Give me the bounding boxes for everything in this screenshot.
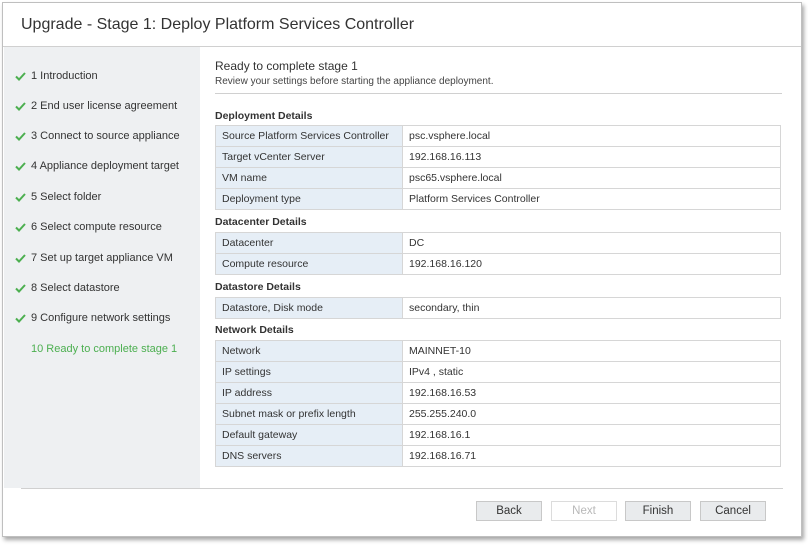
sidebar-step-7[interactable]: 7 Set up target appliance VM (12, 250, 173, 266)
table-row: IP address 192.168.16.53 (215, 382, 781, 404)
table-row: VM name psc65.vsphere.local (215, 167, 781, 189)
row-key: Datacenter (215, 232, 403, 254)
check-icon (12, 98, 28, 114)
table-row: IP settings IPv4 , static (215, 361, 781, 383)
check-icon (12, 68, 28, 84)
table-row: Datacenter DC (215, 232, 781, 254)
check-icon (12, 128, 28, 144)
table-row: Network MAINNET-10 (215, 340, 781, 362)
table-row: Compute resource 192.168.16.120 (215, 253, 781, 275)
row-key: VM name (215, 167, 403, 189)
finish-button[interactable]: Finish (625, 501, 691, 521)
row-value: DC (402, 232, 781, 254)
row-key: Target vCenter Server (215, 146, 403, 168)
row-value: 192.168.16.113 (402, 146, 781, 168)
row-key: IP settings (215, 361, 403, 383)
row-value: 255.255.240.0 (402, 403, 781, 425)
page-title: Ready to complete stage 1 (215, 59, 358, 73)
section-title-network: Network Details (215, 324, 294, 336)
row-value: Platform Services Controller (402, 188, 781, 210)
row-key: Source Platform Services Controller (215, 125, 403, 147)
sidebar-step-label: 2 End user license agreement (31, 100, 178, 112)
table-row: Subnet mask or prefix length 255.255.240… (215, 403, 781, 425)
sidebar-step-8[interactable]: 8 Select datastore (12, 280, 120, 296)
check-icon (12, 310, 28, 326)
row-key: Datastore, Disk mode (215, 297, 403, 319)
sidebar-step-label: 8 Select datastore (31, 282, 120, 294)
steps-sidebar: 1 Introduction 2 End user license agreem… (4, 47, 200, 488)
row-key: Network (215, 340, 403, 362)
sidebar-step-label: 9 Configure network settings (31, 312, 171, 324)
table-row: DNS servers 192.168.16.71 (215, 445, 781, 467)
sidebar-step-4[interactable]: 4 Appliance deployment target (12, 158, 179, 174)
next-button[interactable]: Next (551, 501, 617, 521)
row-key: Compute resource (215, 253, 403, 275)
table-row: Default gateway 192.168.16.1 (215, 424, 781, 446)
row-key: Subnet mask or prefix length (215, 403, 403, 425)
table-row: Source Platform Services Controller psc.… (215, 125, 781, 147)
sidebar-step-label: 1 Introduction (31, 70, 98, 82)
table-row: Target vCenter Server 192.168.16.113 (215, 146, 781, 168)
datastore-details-table: Datastore, Disk mode secondary, thin (215, 297, 781, 319)
sidebar-step-label: 5 Select folder (31, 191, 102, 203)
row-value: psc.vsphere.local (402, 125, 781, 147)
check-icon (12, 219, 28, 235)
table-row: Deployment type Platform Services Contro… (215, 188, 781, 210)
sidebar-step-5[interactable]: 5 Select folder (12, 189, 101, 205)
row-value: 192.168.16.1 (402, 424, 781, 446)
section-title-datacenter: Datacenter Details (215, 216, 307, 228)
sidebar-step-6[interactable]: 6 Select compute resource (12, 219, 162, 235)
row-key: DNS servers (215, 445, 403, 467)
sidebar-step-10-current[interactable]: 10 Ready to complete stage 1 (31, 341, 177, 357)
datacenter-details-table: Datacenter DC Compute resource 192.168.1… (215, 232, 781, 275)
check-icon (12, 250, 28, 266)
upgrade-wizard-window: Upgrade - Stage 1: Deploy Platform Servi… (2, 2, 802, 537)
row-value: 192.168.16.53 (402, 382, 781, 404)
cancel-button[interactable]: Cancel (700, 501, 766, 521)
network-details-table: Network MAINNET-10 IP settings IPv4 , st… (215, 340, 781, 467)
check-icon (12, 158, 28, 174)
back-button[interactable]: Back (476, 501, 542, 521)
row-value: 192.168.16.71 (402, 445, 781, 467)
row-key: Default gateway (215, 424, 403, 446)
sidebar-step-label: 3 Connect to source appliance (31, 130, 180, 142)
sidebar-step-label: 4 Appliance deployment target (31, 160, 179, 172)
check-icon (12, 189, 28, 205)
page-subtitle: Review your settings before starting the… (215, 76, 494, 87)
table-row: Datastore, Disk mode secondary, thin (215, 297, 781, 319)
section-title-deployment: Deployment Details (215, 110, 313, 122)
sidebar-step-1[interactable]: 1 Introduction (12, 68, 98, 84)
row-key: IP address (215, 382, 403, 404)
section-title-datastore: Datastore Details (215, 281, 301, 293)
row-value: 192.168.16.120 (402, 253, 781, 275)
sidebar-step-2[interactable]: 2 End user license agreement (12, 98, 177, 114)
row-key: Deployment type (215, 188, 403, 210)
sidebar-step-label: 10 Ready to complete stage 1 (31, 343, 178, 355)
sidebar-step-label: 7 Set up target appliance VM (31, 252, 173, 264)
check-icon (12, 280, 28, 296)
header-divider (215, 93, 782, 94)
sidebar-step-9[interactable]: 9 Configure network settings (12, 310, 170, 326)
sidebar-step-label: 6 Select compute resource (31, 221, 162, 233)
footer-divider (21, 488, 783, 489)
row-value: secondary, thin (402, 297, 781, 319)
sidebar-step-3[interactable]: 3 Connect to source appliance (12, 128, 180, 144)
row-value: MAINNET-10 (402, 340, 781, 362)
row-value: psc65.vsphere.local (402, 167, 781, 189)
deployment-details-table: Source Platform Services Controller psc.… (215, 125, 781, 210)
window-title: Upgrade - Stage 1: Deploy Platform Servi… (21, 16, 415, 33)
row-value: IPv4 , static (402, 361, 781, 383)
